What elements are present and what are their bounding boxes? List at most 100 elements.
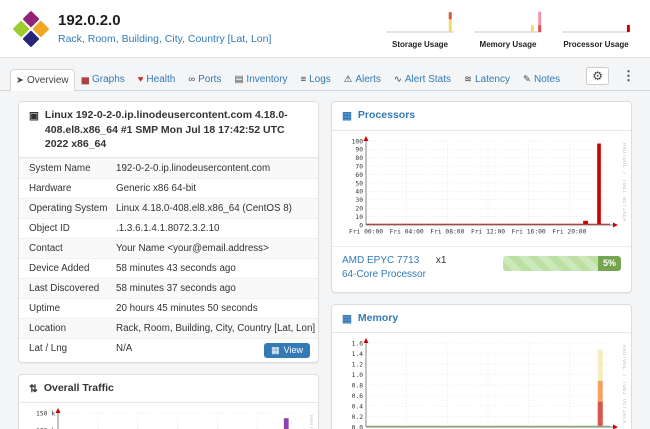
row-value-text: Rack, Room, Building, City, Country [Lat… [116, 323, 315, 334]
svg-text:RRDTOOL / TOBI OETIKER: RRDTOOL / TOBI OETIKER [621, 143, 626, 222]
svg-text:RRDTOOL / TOBI OETIKER: RRDTOOL / TOBI OETIKER [308, 415, 313, 429]
right-column: ▦ Processors 1009080706050403020100Fri 0… [331, 101, 632, 429]
row-value: 20 hours 45 minutes 50 seconds [116, 298, 318, 318]
tab-alerts[interactable]: ⚠Alerts [338, 68, 387, 90]
mini-graph-memory-usage[interactable]: Memory Usage [472, 8, 544, 49]
row-value: N/A▦View [116, 338, 318, 362]
row-value-text: .1.3.6.1.4.1.8072.3.2.10 [116, 223, 220, 234]
tab-label: Health [146, 74, 175, 85]
mini-graph-storage-usage[interactable]: Storage Usage [384, 8, 456, 49]
mini-sparkline [560, 8, 632, 39]
row-label: Object ID [19, 218, 116, 238]
svg-text:1.0: 1.0 [352, 372, 364, 379]
mini-graph-label: Processor Usage [563, 40, 628, 49]
row-value: Rack, Room, Building, City, Country [Lat… [116, 318, 318, 338]
svg-text:0.0: 0.0 [352, 424, 364, 429]
tab-graphs[interactable]: ▅Graphs [76, 68, 131, 90]
mini-graph-processor-usage[interactable]: Processor Usage [560, 8, 632, 49]
logs-icon: ≡ [301, 75, 307, 85]
mini-sparkline [384, 8, 456, 39]
svg-text:1.4: 1.4 [352, 351, 364, 358]
svg-text:Fri 16:00: Fri 16:00 [512, 228, 546, 235]
location-icon: ➤ [16, 76, 24, 86]
microchip-icon: ▦ [342, 109, 352, 123]
latency-icon: ≋ [464, 75, 472, 85]
cpu-row: AMD EPYC 7713 64-Core Processor x1 5% [332, 246, 631, 292]
table-row: Object ID.1.3.6.1.4.1.8072.3.2.10 [19, 218, 318, 238]
cpu-link[interactable]: AMD EPYC 7713 64-Core Processor [342, 254, 426, 283]
tab-health[interactable]: ♥Health [132, 68, 182, 90]
table-row: Lat / LngN/A▦View [19, 338, 318, 362]
svg-text:Fri 08:00: Fri 08:00 [430, 228, 464, 235]
svg-text:1.2: 1.2 [352, 361, 364, 368]
tab-logs[interactable]: ≡Logs [295, 68, 337, 90]
memory-card: ▦ Memory 1.61.41.21.00.80.60.40.20.0Fri … [331, 304, 632, 429]
row-value-text: Linux 4.18.0-408.el8.x86_64 (CentOS 8) [116, 203, 292, 214]
heart-icon: ♥ [138, 75, 144, 85]
svg-text:20: 20 [355, 205, 363, 212]
traffic-card: ⇅ Overall Traffic 150 k100 k50 k0RRDTOOL… [18, 374, 319, 429]
table-row: LocationRack, Room, Building, City, Coun… [19, 318, 318, 338]
table-row: System Name192-0-2-0.ip.linodeuserconten… [19, 158, 318, 178]
tab-label: Logs [309, 74, 331, 85]
tab-alert-stats[interactable]: ∿Alert Stats [388, 68, 457, 90]
tab-latency[interactable]: ≋Latency [458, 68, 516, 90]
svg-text:RRDTOOL / TOBI OETIKER: RRDTOOL / TOBI OETIKER [621, 345, 626, 424]
svg-text:50: 50 [355, 180, 363, 187]
svg-text:30: 30 [355, 197, 363, 204]
row-value: Generic x86 64-bit [116, 178, 318, 198]
cpu-name: AMD EPYC 7713 [342, 255, 419, 266]
row-value: .1.3.6.1.4.1.8072.3.2.10 [116, 218, 318, 238]
tab-label: Alert Stats [405, 74, 451, 85]
traffic-card-title: Overall Traffic [44, 381, 114, 395]
system-attributes-table: System Name192-0-2-0.ip.linodeuserconten… [19, 158, 318, 362]
svg-text:100: 100 [352, 138, 364, 145]
overall-traffic-graph[interactable]: 150 k100 k50 k0RRDTOOL / TOBI OETIKER [19, 403, 318, 429]
table-row: Device Added58 minutes 43 seconds ago [19, 258, 318, 278]
memory-graph[interactable]: 1.61.41.21.00.80.60.40.20.0Fri 00:00Fri … [332, 333, 631, 429]
tab-list: ➤Overview▅Graphs♥Health∞Ports▤Inventory≡… [10, 68, 566, 90]
cpu-usage-bar: 5% [503, 256, 621, 271]
mini-sparkline [472, 8, 544, 39]
settings-button[interactable]: ⚙ [586, 67, 609, 85]
centos-logo-grid [13, 10, 50, 47]
processors-card: ▦ Processors 1009080706050403020100Fri 0… [331, 101, 632, 292]
tab-inventory[interactable]: ▤Inventory [228, 68, 293, 90]
processors-graph[interactable]: 1009080706050403020100Fri 00:00Fri 04:00… [332, 131, 631, 246]
row-value: 58 minutes 37 seconds ago [116, 278, 318, 298]
device-overview-page: 192.0.2.0 Rack, Room, Building, City, Co… [0, 0, 650, 429]
view-location-button[interactable]: ▦View [264, 343, 310, 358]
row-value: 192-0-2-0.ip.linodeusercontent.com [116, 158, 318, 178]
svg-text:150 k: 150 k [36, 410, 55, 417]
row-value: Linux 4.18.0-408.el8.x86_64 (CentOS 8) [116, 198, 318, 218]
tab-bar: ➤Overview▅Graphs♥Health∞Ports▤Inventory≡… [0, 58, 650, 91]
tab-overview[interactable]: ➤Overview [10, 69, 75, 91]
svg-text:80: 80 [355, 155, 363, 162]
row-label: Uptime [19, 298, 116, 318]
device-location-link[interactable]: Rack, Room, Building, City, Country [Lat… [58, 33, 271, 45]
svg-text:10: 10 [355, 213, 363, 220]
clipboard-icon: ▤ [234, 75, 243, 85]
svg-text:Fri 04:00: Fri 04:00 [390, 228, 424, 235]
left-column: ▣ Linux 192-0-2-0.ip.linodeusercontent.c… [18, 101, 319, 429]
svg-text:0.2: 0.2 [352, 414, 364, 421]
tab-ports[interactable]: ∞Ports [182, 68, 227, 90]
system-description: Linux 192-0-2-0.ip.linodeusercontent.com… [45, 108, 308, 151]
row-label: Device Added [19, 258, 116, 278]
cpu-subtitle: 64-Core Processor [342, 269, 426, 280]
usage-mini-graphs: Storage Usage Memory Usage Processor Usage [384, 8, 636, 49]
table-row: HardwareGeneric x86 64-bit [19, 178, 318, 198]
svg-text:0.6: 0.6 [352, 393, 364, 400]
memory-icon: ▦ [342, 312, 352, 326]
mini-graph-label: Memory Usage [480, 40, 537, 49]
more-menu-button[interactable]: ⋮ [617, 67, 640, 85]
tab-notes[interactable]: ✎Notes [517, 68, 566, 90]
device-header: 192.0.2.0 Rack, Room, Building, City, Co… [0, 0, 650, 58]
row-value-text: Your Name <your@email.address> [116, 243, 269, 254]
main-content: ▣ Linux 192-0-2-0.ip.linodeusercontent.c… [0, 91, 650, 429]
link-icon: ∞ [188, 75, 195, 85]
row-label: System Name [19, 158, 116, 178]
processors-card-header: ▦ Processors [332, 102, 631, 130]
row-label: Operating System [19, 198, 116, 218]
tab-label: Overview [27, 75, 69, 86]
